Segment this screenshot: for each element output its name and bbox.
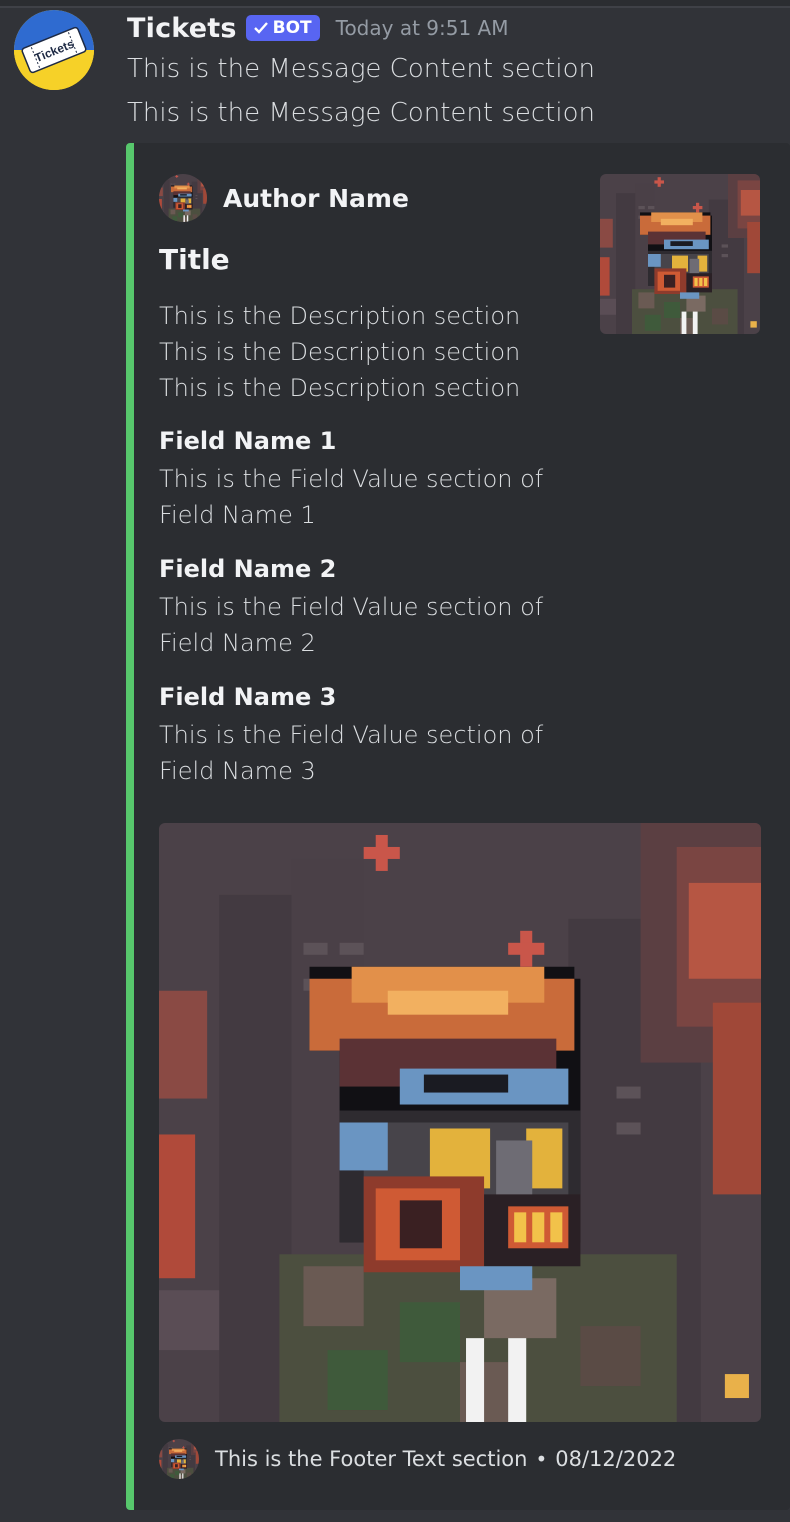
embed-footer: This is the Footer Text section • 08/12/… <box>159 1439 676 1479</box>
field-value-line: Field Name 3 <box>159 757 316 785</box>
field-name: Field Name 2 <box>159 555 337 583</box>
bot-badge: BOT <box>245 15 320 41</box>
footer-separator: • <box>535 1447 548 1471</box>
field-value-line: This is the Field Value section of <box>159 465 544 493</box>
field-value: This is the Field Value section of Field… <box>159 461 579 533</box>
message-content-line: This is the Message Content section <box>127 54 595 84</box>
embed-author: Author Name <box>159 174 409 222</box>
gas-mask-character-image <box>600 174 760 334</box>
message-content-line: This is the Message Content section <box>127 98 595 128</box>
username[interactable]: Tickets <box>127 13 237 44</box>
description-line: This is the Description section <box>159 302 521 330</box>
field-value-line: This is the Field Value section of <box>159 721 544 749</box>
field-value-line: Field Name 1 <box>159 501 316 529</box>
field-value: This is the Field Value section of Field… <box>159 589 579 661</box>
gas-mask-character-icon <box>159 1439 199 1479</box>
embed-field: Field Name 1 This is the Field Value sec… <box>159 425 579 533</box>
embed-field: Field Name 3 This is the Field Value sec… <box>159 681 579 789</box>
bot-badge-label: BOT <box>272 18 312 38</box>
embed-image[interactable] <box>159 823 761 1422</box>
gas-mask-character-icon <box>159 174 207 222</box>
field-value-line: This is the Field Value section of <box>159 593 544 621</box>
chat-message: Tickets Tickets BOT Today at 9:51 AM Thi… <box>0 0 790 1522</box>
message-header: Tickets BOT Today at 9:51 AM <box>127 10 509 46</box>
gas-mask-character-image <box>159 823 761 1422</box>
field-name: Field Name 3 <box>159 683 337 711</box>
embed-author-name: Author Name <box>223 183 409 213</box>
description-line: This is the Description section <box>159 338 521 366</box>
message-timestamp: Today at 9:51 AM <box>335 16 509 40</box>
description-line: This is the Description section <box>159 374 521 402</box>
field-value: This is the Field Value section of Field… <box>159 717 579 789</box>
embed-card: Author Name Title This is the Descriptio… <box>126 143 790 1510</box>
field-name: Field Name 1 <box>159 427 337 455</box>
embed-description: This is the Description section This is … <box>159 298 520 406</box>
tickets-logo-icon[interactable]: Tickets <box>14 10 94 90</box>
field-value-line: Field Name 2 <box>159 629 316 657</box>
embed-title: Title <box>159 243 230 276</box>
checkmark-icon <box>253 22 268 34</box>
embed-thumbnail[interactable] <box>600 174 760 334</box>
footer-text: This is the Footer Text section <box>215 1447 528 1471</box>
embed-field: Field Name 2 This is the Field Value sec… <box>159 553 579 661</box>
footer-date: 08/12/2022 <box>555 1447 677 1471</box>
